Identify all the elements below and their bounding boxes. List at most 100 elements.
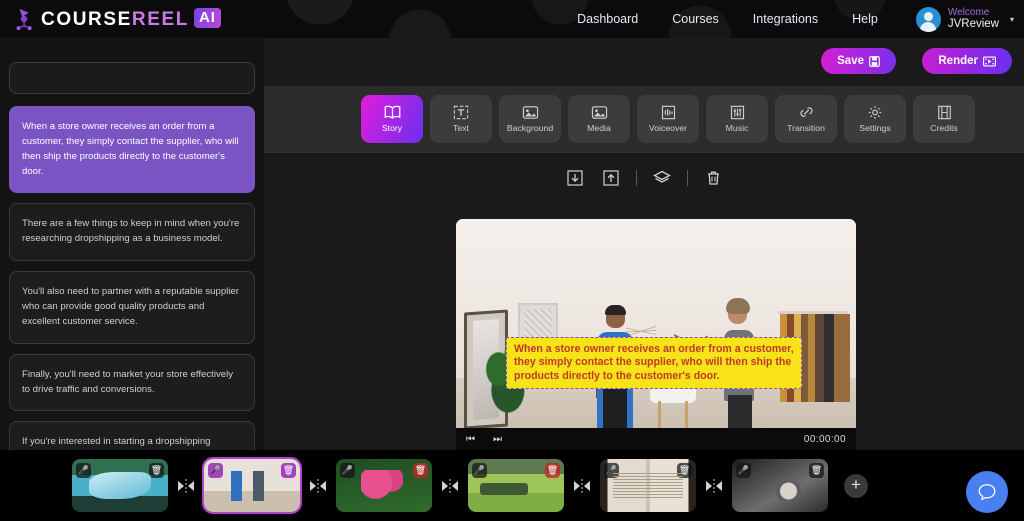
tab-story-label: Story xyxy=(381,123,403,133)
mixer-icon xyxy=(730,105,744,120)
text-box-icon xyxy=(453,105,469,120)
script-item[interactable]: Finally, you'll need to market your stor… xyxy=(9,353,255,412)
trash-icon[interactable]: 🗑 xyxy=(149,463,164,478)
mic-icon[interactable]: 🎤 xyxy=(472,463,487,478)
tab-settings[interactable]: Settings xyxy=(844,95,906,143)
link-icon xyxy=(799,107,813,117)
trash-icon[interactable]: 🗑 xyxy=(809,463,824,478)
tab-music-label: Music xyxy=(725,123,749,133)
username-label: JVReview xyxy=(947,18,999,31)
render-button[interactable]: Render xyxy=(922,48,1012,74)
nav-dashboard[interactable]: Dashboard xyxy=(577,12,638,26)
tab-background-label: Background xyxy=(506,123,554,133)
clip-pink-roses[interactable]: 🎤 🗑 xyxy=(336,459,432,512)
next-frame-button[interactable]: ⏭ xyxy=(493,434,502,445)
tab-voiceover[interactable]: Voiceover xyxy=(637,95,699,143)
layers-icon[interactable] xyxy=(651,167,673,189)
trash-icon[interactable]: 🗑 xyxy=(281,463,296,478)
tab-settings-label: Settings xyxy=(859,123,891,133)
logo-text-primary: COURSE xyxy=(41,8,132,30)
render-button-label: Render xyxy=(938,55,978,67)
script-item[interactable]: If you're interested in starting a drops… xyxy=(9,421,255,450)
top-navigation-bar: COURSEREEL AI Dashboard Courses Integrati… xyxy=(0,0,1024,38)
transition-connector-icon[interactable] xyxy=(564,478,600,494)
action-bar: Save Render xyxy=(264,38,1024,86)
film-strip-icon xyxy=(937,105,951,120)
upload-icon[interactable] xyxy=(600,167,622,189)
trash-icon[interactable]: 🗑 xyxy=(413,463,428,478)
film-icon xyxy=(983,55,996,67)
transition-connector-icon[interactable] xyxy=(300,478,336,494)
playback-timecode: 00:00:00 xyxy=(803,433,846,445)
clip-waterfall[interactable]: 🎤 🗑 xyxy=(72,459,168,512)
save-disk-icon xyxy=(869,55,880,67)
tab-transition[interactable]: Transition xyxy=(775,95,837,143)
prev-frame-button[interactable]: ⏮ xyxy=(466,434,475,445)
script-item[interactable]: You'll also need to partner with a reput… xyxy=(9,271,255,344)
tab-voiceover-label: Voiceover xyxy=(648,123,688,133)
tab-media-label: Media xyxy=(587,123,611,133)
transition-connector-icon[interactable] xyxy=(696,478,732,494)
tab-story[interactable]: Story xyxy=(361,95,423,143)
clip-room-scene[interactable]: 🎤 🗑 xyxy=(202,457,302,514)
player-controls: ⏮ ⏭ 00:00:00 xyxy=(456,428,856,450)
tab-credits-label: Credits xyxy=(930,123,958,133)
mic-icon[interactable]: 🎤 xyxy=(76,463,91,478)
chat-bubble-icon[interactable] xyxy=(966,471,1008,513)
mic-icon[interactable]: 🎤 xyxy=(736,463,751,478)
video-preview[interactable]: When a store owner receives an order fro… xyxy=(456,219,856,450)
nav-courses[interactable]: Courses xyxy=(672,12,719,26)
add-clip-button[interactable]: + xyxy=(844,473,868,498)
script-panel: When a store owner receives an order fro… xyxy=(0,38,264,450)
download-icon[interactable] xyxy=(564,167,586,189)
nav-integrations[interactable]: Integrations xyxy=(753,12,818,26)
preview-area: When a store owner receives an order fro… xyxy=(264,153,1024,450)
tab-music[interactable]: Music xyxy=(706,95,768,143)
clip-car-key[interactable]: 🎤 🗑 xyxy=(732,459,828,512)
timeline-strip: 🎤 🗑 🎤 🗑 🎤 🗑 🎤 🗑 🎤 🗑 🎤 🗑 + xyxy=(0,450,1024,521)
gear-icon xyxy=(868,106,882,119)
mic-icon[interactable]: 🎤 xyxy=(604,463,619,478)
transition-connector-icon[interactable] xyxy=(168,478,204,494)
waveform-icon xyxy=(661,105,675,120)
preview-toolbar xyxy=(264,167,1024,189)
logo-icon xyxy=(16,8,32,31)
app-logo[interactable]: COURSEREEL AI xyxy=(14,7,221,31)
caption-overlay[interactable]: When a store owner receives an order fro… xyxy=(506,337,802,390)
toolbar-divider xyxy=(636,170,637,186)
save-button-label: Save xyxy=(837,55,864,67)
image-icon xyxy=(522,106,538,119)
toolbar-divider xyxy=(687,170,688,186)
media-image-icon xyxy=(591,106,607,119)
clip-green-field[interactable]: 🎤 🗑 xyxy=(468,459,564,512)
trash-icon[interactable] xyxy=(702,167,724,189)
save-button[interactable]: Save xyxy=(821,48,896,74)
user-menu[interactable]: Welcome JVReview ▾ xyxy=(915,6,1014,32)
logo-text-secondary: REEL xyxy=(131,8,189,30)
trash-icon[interactable]: 🗑 xyxy=(545,463,560,478)
welcome-label: Welcome xyxy=(947,6,990,18)
app-root: COURSEREEL AI Dashboard Courses Integrati… xyxy=(0,0,1024,521)
chevron-down-icon[interactable]: ▾ xyxy=(1010,15,1014,24)
tab-text[interactable]: Text xyxy=(430,95,492,143)
tab-background[interactable]: Background xyxy=(499,95,561,143)
trash-icon[interactable]: 🗑 xyxy=(677,463,692,478)
tab-credits[interactable]: Credits xyxy=(913,95,975,143)
script-item[interactable]: There are a few things to keep in mind w… xyxy=(9,203,255,262)
tab-media[interactable]: Media xyxy=(568,95,630,143)
mic-icon[interactable]: 🎤 xyxy=(208,463,223,478)
editor-area: Save Render Story Text Background Media … xyxy=(264,38,1024,450)
avatar xyxy=(915,6,941,32)
main-nav: Dashboard Courses Integrations Help Welc… xyxy=(577,6,1024,32)
book-icon xyxy=(384,105,400,119)
script-item[interactable]: When a store owner receives an order fro… xyxy=(9,106,255,194)
mic-icon[interactable]: 🎤 xyxy=(340,463,355,478)
preview-scene-image xyxy=(456,219,856,428)
nav-help[interactable]: Help xyxy=(852,12,878,26)
clip-open-book[interactable]: 🎤 🗑 xyxy=(600,459,696,512)
tab-transition-label: Transition xyxy=(787,123,825,133)
editor-toolbar: Story Text Background Media Voiceover Mu… xyxy=(264,86,1024,153)
transition-connector-icon[interactable] xyxy=(432,478,468,494)
script-title-input[interactable] xyxy=(9,62,255,94)
tab-text-label: Text xyxy=(453,123,469,133)
